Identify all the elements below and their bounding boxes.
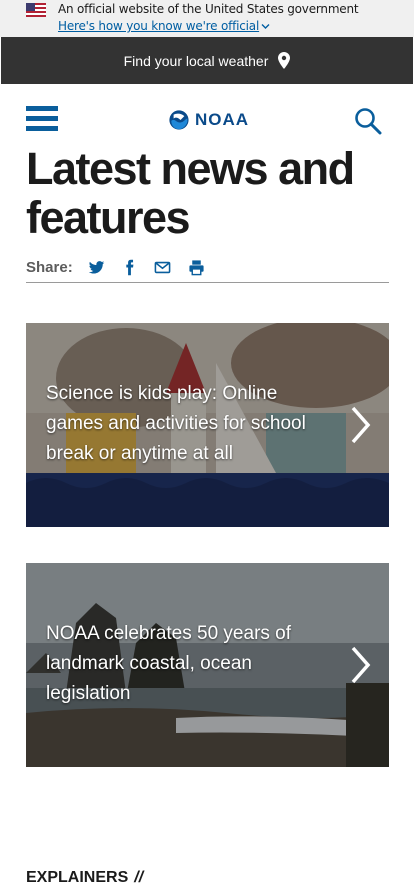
how-you-know-link[interactable]: Here's how you know we're official — [58, 19, 270, 33]
share-label: Share: — [26, 259, 73, 276]
how-you-know-label[interactable]: Here's how you know we're official — [58, 19, 259, 33]
find-local-weather-button[interactable]: Find your local weather — [1, 37, 413, 84]
page-title: Latest news and features — [26, 143, 355, 243]
chevron-right-icon[interactable] — [348, 405, 374, 445]
map-pin-icon — [278, 52, 291, 69]
chevron-right-icon[interactable] — [348, 645, 374, 685]
official-website-text: An official website of the United States… — [58, 2, 359, 16]
facebook-icon[interactable] — [121, 259, 138, 276]
search-icon[interactable] — [354, 107, 382, 135]
weather-label: Find your local weather — [123, 52, 269, 69]
logo-text: NOAA — [194, 110, 249, 129]
gov-banner: An official website of the United States… — [0, 0, 414, 37]
news-card[interactable]: NOAA celebrates 50 years of landmark coa… — [26, 563, 389, 767]
card-title[interactable]: NOAA celebrates 50 years of landmark coa… — [46, 619, 336, 709]
section-heading-explainers: EXPLAINERS // — [26, 869, 143, 887]
email-icon[interactable] — [154, 259, 171, 276]
twitter-icon[interactable] — [88, 259, 105, 276]
card-title[interactable]: Science is kids play: Online games and a… — [46, 379, 336, 469]
print-icon[interactable] — [188, 259, 205, 276]
hamburger-menu-icon[interactable] — [26, 106, 58, 132]
noaa-logo[interactable]: NOAA — [169, 107, 249, 133]
us-flag-icon — [26, 3, 46, 17]
section-separator: // — [134, 869, 144, 886]
share-bar: Share: — [26, 257, 389, 283]
news-card[interactable]: Science is kids play: Online games and a… — [26, 323, 389, 527]
chevron-down-icon — [261, 24, 270, 29]
noaa-emblem-icon — [169, 110, 189, 130]
section-label: EXPLAINERS — [26, 869, 129, 886]
